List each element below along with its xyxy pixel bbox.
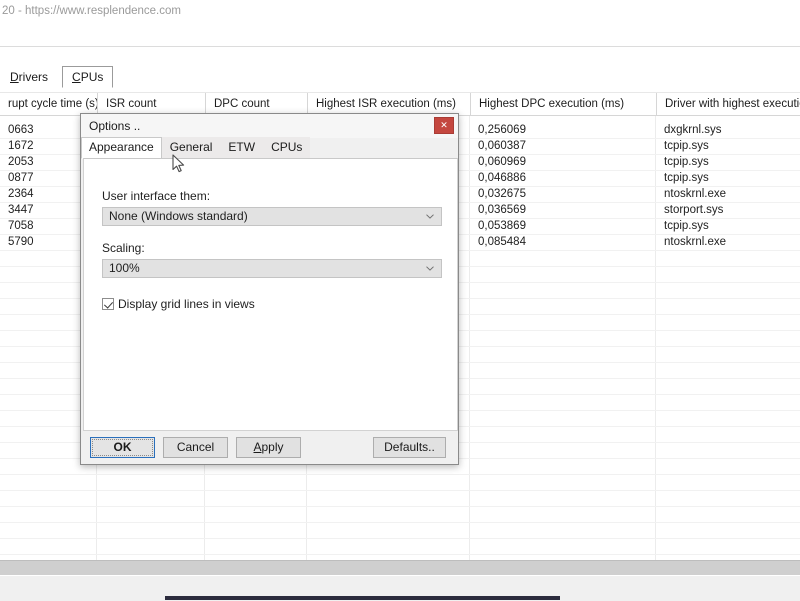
- scaling-label: Scaling:: [102, 241, 145, 255]
- cell-driver-highest-execution: dxgkrnl.sys: [664, 124, 722, 136]
- main-tab-bar: Drivers CPUs: [0, 66, 117, 88]
- display-gridlines-checkbox-row[interactable]: Display grid lines in views: [102, 297, 255, 311]
- column-header-isr-count[interactable]: ISR count: [97, 93, 205, 115]
- main-tab-drivers-label-rest: rivers: [18, 70, 49, 84]
- main-tab-cpus-accesskey: C: [72, 70, 81, 84]
- tab-general[interactable]: General: [161, 137, 221, 158]
- main-tab-cpus-label-rest: PUs: [80, 70, 104, 84]
- window-title-strip: 20 - https://www.resplendence.com: [0, 0, 800, 22]
- horizontal-scrollbar[interactable]: [0, 560, 800, 576]
- dialog-titlebar[interactable]: Options .. ✕: [81, 114, 458, 139]
- apply-button-accesskey: A: [253, 440, 262, 454]
- dialog-page-appearance: User interface them: None (Windows stand…: [83, 158, 458, 431]
- cancel-button[interactable]: Cancel: [163, 437, 228, 458]
- ok-button[interactable]: OK: [90, 437, 155, 458]
- table-row[interactable]: [0, 474, 800, 491]
- apply-button-label-rest: pply: [261, 440, 284, 454]
- tab-cpus[interactable]: CPUs: [263, 137, 311, 158]
- options-dialog: Options .. ✕ Appearance General ETW CPUs…: [80, 113, 459, 465]
- column-header-driver-highest-execution[interactable]: Driver with highest execution: [656, 93, 800, 115]
- toolbar: [0, 22, 800, 47]
- dialog-tab-bar: Appearance General ETW CPUs: [81, 137, 458, 159]
- table-row[interactable]: [0, 506, 800, 523]
- cell-highest-dpc-execution: 0,053869: [478, 220, 526, 232]
- tab-appearance[interactable]: Appearance: [81, 137, 162, 159]
- display-gridlines-label: Display grid lines in views: [118, 297, 255, 311]
- theme-dropdown-value: None (Windows standard): [109, 209, 248, 223]
- scaling-dropdown-value: 100%: [109, 261, 140, 275]
- cell-highest-dpc-execution: 0,060969: [478, 156, 526, 168]
- table-row[interactable]: [0, 522, 800, 539]
- column-header-interrupt-cycle-time[interactable]: rupt cycle time (s): [0, 93, 97, 115]
- table-row[interactable]: [0, 538, 800, 555]
- cell-driver-highest-execution: tcpip.sys: [664, 220, 709, 232]
- cell-highest-dpc-execution: 0,036569: [478, 204, 526, 216]
- dialog-footer: OK Cancel Apply Defaults..: [81, 431, 458, 464]
- cell-highest-dpc-execution: 0,085484: [478, 236, 526, 248]
- display-gridlines-checkbox[interactable]: [102, 298, 114, 310]
- chevron-down-icon: [426, 214, 434, 219]
- cell-highest-dpc-execution: 0,032675: [478, 188, 526, 200]
- tab-etw[interactable]: ETW: [220, 137, 264, 158]
- cell-driver-highest-execution: tcpip.sys: [664, 172, 709, 184]
- main-tab-drivers[interactable]: Drivers: [0, 66, 58, 88]
- taskbar-strip: [165, 596, 560, 600]
- cell-highest-dpc-execution: 0,256069: [478, 124, 526, 136]
- main-tab-drivers-accesskey: D: [10, 70, 19, 84]
- apply-button[interactable]: Apply: [236, 437, 301, 458]
- cell-driver-highest-execution: storport.sys: [664, 204, 724, 216]
- dialog-title: Options ..: [89, 119, 141, 133]
- defaults-button[interactable]: Defaults..: [373, 437, 446, 458]
- theme-dropdown[interactable]: None (Windows standard): [102, 207, 442, 226]
- table-row[interactable]: [0, 490, 800, 507]
- application-window: 20 - https://www.resplendence.com Driver…: [0, 0, 800, 601]
- scaling-dropdown[interactable]: 100%: [102, 259, 442, 278]
- close-icon[interactable]: ✕: [434, 117, 454, 134]
- column-header-highest-isr-execution[interactable]: Highest ISR execution (ms): [307, 93, 470, 115]
- main-tab-cpus[interactable]: CPUs: [62, 66, 114, 88]
- theme-label: User interface them:: [102, 189, 211, 203]
- column-header-dpc-count[interactable]: DPC count: [205, 93, 307, 115]
- cell-highest-dpc-execution: 0,060387: [478, 140, 526, 152]
- column-header-highest-dpc-execution[interactable]: Highest DPC execution (ms): [470, 93, 656, 115]
- tabstrip-background: [0, 47, 800, 93]
- chevron-down-icon: [426, 266, 434, 271]
- cell-driver-highest-execution: ntoskrnl.exe: [664, 188, 727, 200]
- cell-driver-highest-execution: tcpip.sys: [664, 156, 709, 168]
- cell-driver-highest-execution: tcpip.sys: [664, 140, 709, 152]
- cell-highest-dpc-execution: 0,046886: [478, 172, 526, 184]
- cell-driver-highest-execution: ntoskrnl.exe: [664, 236, 727, 248]
